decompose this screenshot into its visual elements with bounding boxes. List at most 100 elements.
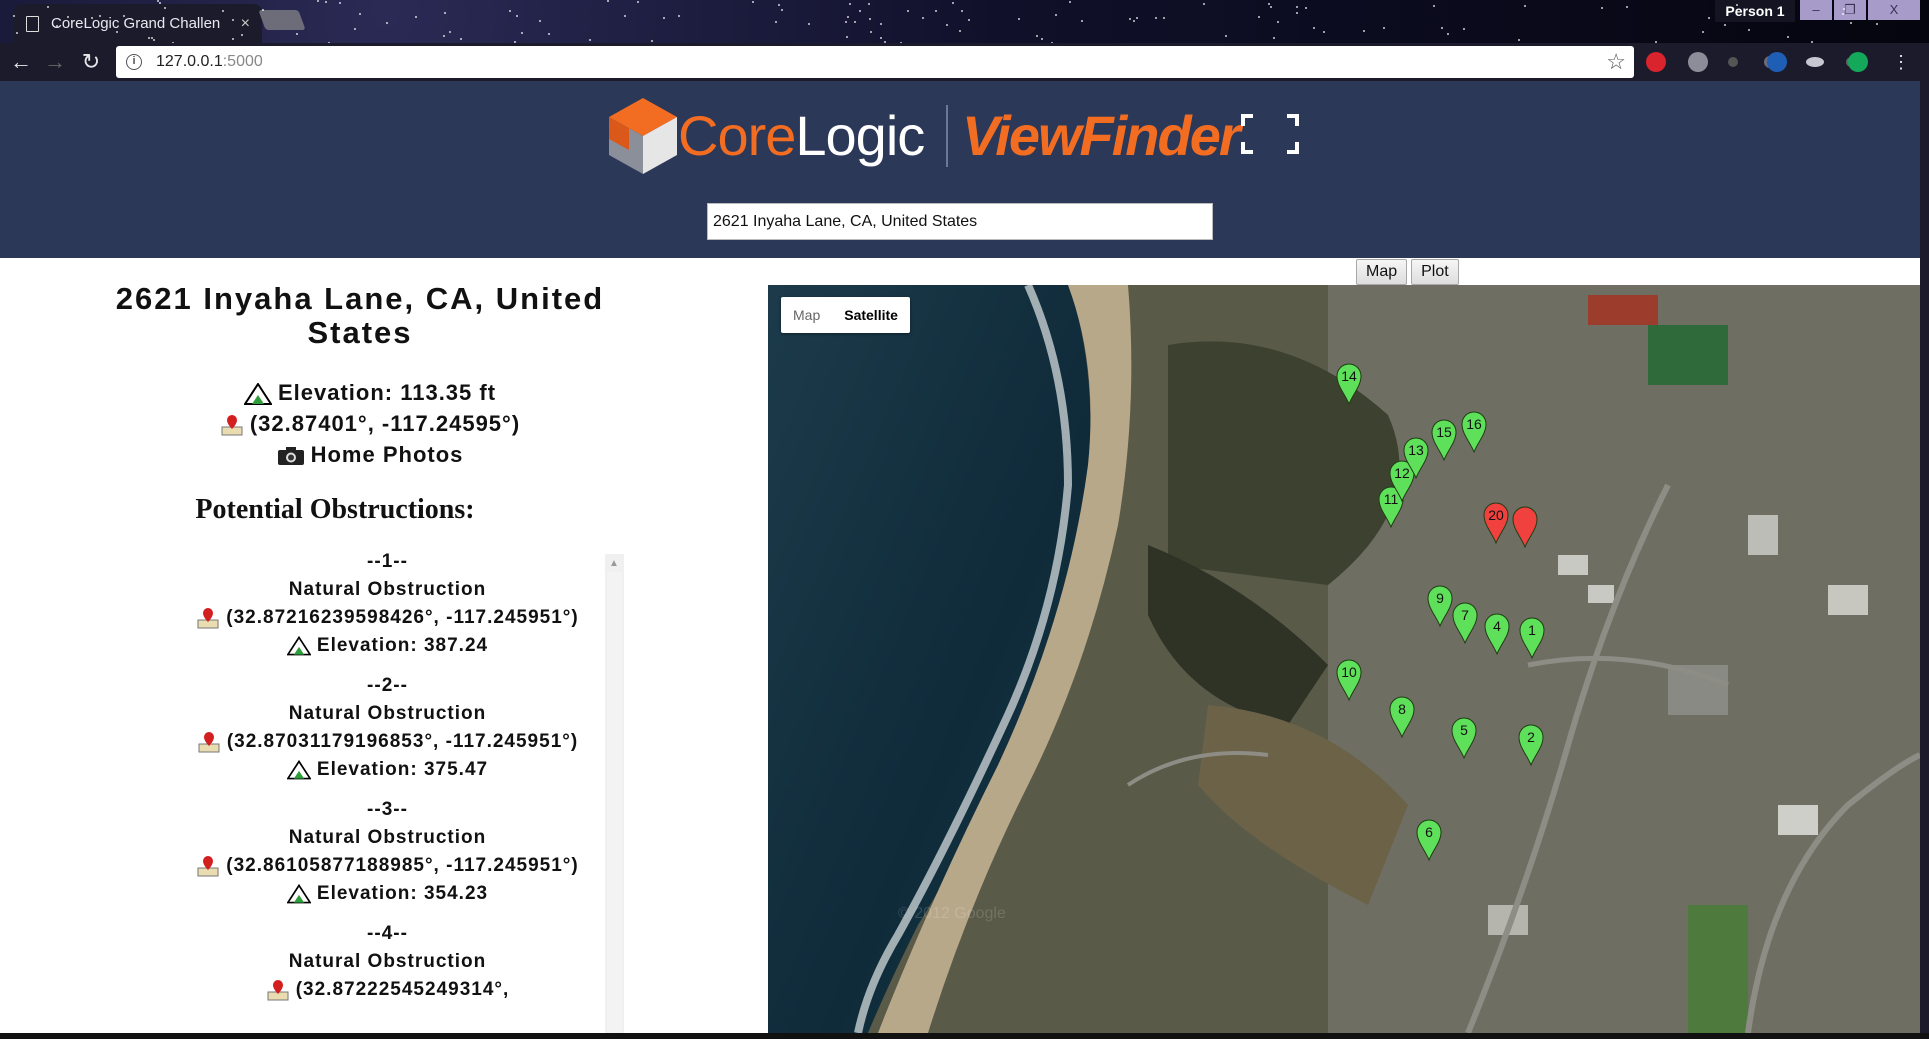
minimize-button[interactable]: – [1800,0,1832,20]
marker-green-10[interactable]: 10 [1336,659,1362,702]
background-star [67,16,69,18]
background-star [1323,31,1325,33]
info-icon[interactable]: i [126,54,142,70]
scroll-up-arrow-icon[interactable]: ▲ [609,558,619,569]
map-pin-icon [267,979,289,1001]
obstruction-elevation: Elevation: 387.24 [316,635,489,656]
property-coords: (32.87401°, -117.24595°) [249,411,521,436]
background-star [775,21,777,23]
background-star [1313,27,1315,29]
back-arrow-icon[interactable]: ← [8,49,34,75]
marker-label: 1 [1528,622,1536,638]
background-star [752,1,754,3]
background-star [1136,17,1138,19]
extension-cloud-icon[interactable] [1806,57,1824,67]
marker-green-7[interactable]: 7 [1452,602,1478,645]
map-view-button[interactable]: Map [1356,259,1408,285]
background-star [607,0,609,2]
background-star [386,22,388,24]
background-star [854,21,856,23]
profile-button[interactable]: Person 1 [1715,0,1795,22]
reload-icon[interactable]: ↻ [78,49,104,75]
new-tab-button[interactable] [258,10,306,30]
browser-toolbar: ← → ↻ i 127.0.0.1:5000 ☆ ⋮ [0,43,1929,81]
marker-label: 15 [1436,424,1452,440]
map-pin-icon [221,415,243,436]
background-star [922,17,924,19]
background-star [907,10,909,12]
background-star [1748,29,1750,31]
background-star [1842,13,1844,15]
background-star [959,30,961,32]
close-window-button[interactable]: X [1868,0,1920,20]
home-photos-line[interactable]: Home Photos [0,442,870,468]
marker-green-1[interactable]: 1 [1519,617,1545,660]
marker-label: 7 [1461,607,1469,623]
browser-titlebar: CoreLogic Grand Challen × Person 1 – ❐ X [0,0,1929,43]
satellite-map[interactable]: Map Satellite © 2012 Google 1 2 4 5 6 7 8 9 10 11… [768,285,1920,1033]
address-bar[interactable]: i 127.0.0.1:5000 ☆ [116,46,1634,78]
background-star [1787,36,1789,38]
marker-green-14[interactable]: 14 [1336,363,1362,406]
obstruction-type: Natural Obstruction [288,579,487,600]
background-star [1155,17,1157,19]
bookmark-star-icon[interactable]: ☆ [1606,49,1626,75]
obstructions-heading: Potential Obstructions: [195,494,475,525]
background-star [443,35,445,37]
marker-green-4[interactable]: 4 [1484,613,1510,656]
address-search-input[interactable] [707,203,1213,240]
obstruction-type: Natural Obstruction [288,951,487,972]
background-star [845,21,847,23]
marker-red-20[interactable]: 20 [1483,502,1509,545]
marker-green-8[interactable]: 8 [1389,696,1415,739]
url-host: 127.0.0.1 [156,53,223,70]
marker-label: 13 [1408,442,1424,458]
restore-button[interactable]: ❐ [1834,0,1866,20]
view-toggle: Map Plot [1356,259,1459,285]
tab-close-button[interactable]: × [241,15,250,33]
extension-dot-icon[interactable] [1728,57,1738,67]
background-star [1296,12,1298,14]
home-photos-link[interactable]: Home Photos [311,442,464,467]
extension-m-icon[interactable] [1767,52,1787,72]
background-star [317,0,319,2]
obstruction-item: --1-- Natural Obstruction (32.8721623959… [150,548,625,660]
background-star [148,37,150,39]
marker-label: 8 [1398,701,1406,717]
scrollbar-thumb[interactable] [607,572,622,1033]
background-star [444,12,446,14]
map-pin-icon [197,607,219,629]
obstructions-list[interactable]: --1-- Natural Obstruction (32.8721623959… [150,548,625,1033]
marker-green-6[interactable]: 6 [1416,819,1442,862]
obstruction-elevation: Elevation: 375.47 [316,759,489,780]
grammarly-icon[interactable] [1848,52,1868,72]
marker-red-home[interactable] [1512,506,1538,549]
marker-layer: 12456789101112131415 1620 [1336,363,1545,862]
background-star [1163,17,1165,19]
extension-red-shield-icon[interactable] [1646,52,1666,72]
extension-s-icon[interactable] [1688,52,1708,72]
background-star [1524,5,1526,7]
background-star [1626,6,1628,8]
background-star [1702,31,1704,33]
background-star [1601,7,1603,9]
marker-green-9[interactable]: 9 [1427,585,1453,628]
background-star [1383,27,1385,29]
background-star [1270,6,1272,8]
background-star [56,25,58,27]
menu-kebab-icon[interactable]: ⋮ [1888,49,1914,75]
background-star [1724,24,1726,26]
background-star [935,10,937,12]
obstructions-scrollbar[interactable]: ▲ [605,554,624,1033]
background-star [1843,8,1845,10]
marker-green-5[interactable]: 5 [1451,717,1477,760]
background-star [589,39,591,41]
background-star [880,37,882,39]
browser-tab[interactable]: CoreLogic Grand Challen × [14,4,262,43]
marker-green-16[interactable]: 16 [1461,411,1487,454]
camera-icon [277,447,304,466]
marker-green-2[interactable]: 2 [1518,724,1544,767]
plot-view-button[interactable]: Plot [1411,259,1459,285]
marker-green-15[interactable]: 15 [1431,419,1457,462]
forward-arrow-icon[interactable]: → [42,49,68,75]
